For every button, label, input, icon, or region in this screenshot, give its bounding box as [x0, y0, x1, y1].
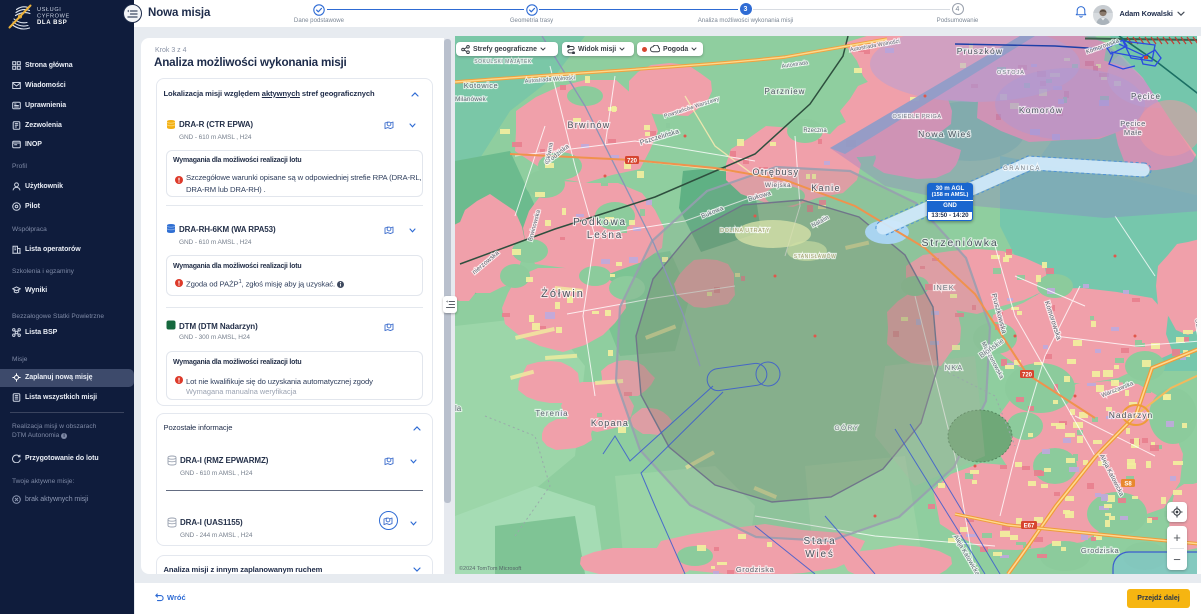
svg-text:Parzniew: Parzniew — [765, 87, 806, 96]
svg-text:OSIEDLE PRIGA: OSIEDLE PRIGA — [893, 114, 942, 120]
svg-text:DLA BSP: DLA BSP — [37, 20, 67, 26]
svg-text:Podkowa: Podkowa — [573, 217, 627, 228]
svg-text:la: la — [455, 404, 462, 413]
svg-text:Małe: Małe — [1124, 128, 1142, 137]
svg-text:Pęcice: Pęcice — [1120, 119, 1146, 128]
svg-text:Komorów: Komorów — [1019, 105, 1063, 115]
svg-text:USŁUGI: USŁUGI — [37, 7, 61, 13]
svg-text:INEK: INEK — [933, 283, 955, 292]
svg-text:NKA: NKA — [945, 363, 963, 372]
svg-text:Stara: Stara — [804, 536, 837, 547]
svg-text:Pruszków: Pruszków — [957, 46, 1003, 56]
svg-text:©2024 TomTom Microsoft: ©2024 TomTom Microsoft — [459, 565, 522, 572]
svg-text:Strzeniówka: Strzeniówka — [922, 237, 999, 249]
svg-text:DOLINA UTRATY: DOLINA UTRATY — [720, 228, 770, 234]
svg-text:Żółwin: Żółwin — [541, 287, 585, 300]
svg-text:Pęcice: Pęcice — [1131, 92, 1161, 101]
svg-text:Kanie: Kanie — [811, 183, 841, 193]
svg-text:Terenia: Terenia — [535, 409, 568, 418]
svg-text:Kopana: Kopana — [591, 418, 629, 428]
svg-text:Grodziska: Grodziska — [1081, 546, 1120, 555]
svg-text:CYFROWE: CYFROWE — [37, 14, 70, 20]
svg-text:720: 720 — [627, 158, 638, 164]
svg-text:S8: S8 — [1124, 481, 1132, 487]
svg-text:Milanówek: Milanówek — [455, 96, 486, 103]
svg-text:SOKULSKI MAJĄTEK: SOKULSKI MAJĄTEK — [474, 59, 532, 65]
svg-text:E67: E67 — [1024, 523, 1035, 529]
svg-text:Nadarzyn: Nadarzyn — [1109, 410, 1153, 420]
svg-text:Wieś: Wieś — [805, 549, 834, 560]
svg-text:Brwinów: Brwinów — [567, 120, 610, 130]
svg-text:Grodziska: Grodziska — [736, 565, 775, 574]
svg-text:Otrębusy: Otrębusy — [753, 167, 800, 177]
svg-text:Nowa Wieś: Nowa Wieś — [918, 129, 972, 139]
svg-text:GRANICA: GRANICA — [1003, 166, 1041, 172]
svg-text:OSTOJA: OSTOJA — [997, 70, 1025, 76]
svg-text:GÓRY: GÓRY — [834, 423, 859, 432]
svg-text:Leśna: Leśna — [587, 230, 623, 241]
svg-text:720: 720 — [1022, 372, 1033, 378]
svg-text:Rzeczna: Rzeczna — [803, 128, 827, 134]
svg-text:Wiejska: Wiejska — [765, 182, 791, 189]
svg-text:STANISŁAWÓW: STANISŁAWÓW — [794, 253, 836, 260]
svg-text:Kotowice: Kotowice — [464, 81, 498, 90]
